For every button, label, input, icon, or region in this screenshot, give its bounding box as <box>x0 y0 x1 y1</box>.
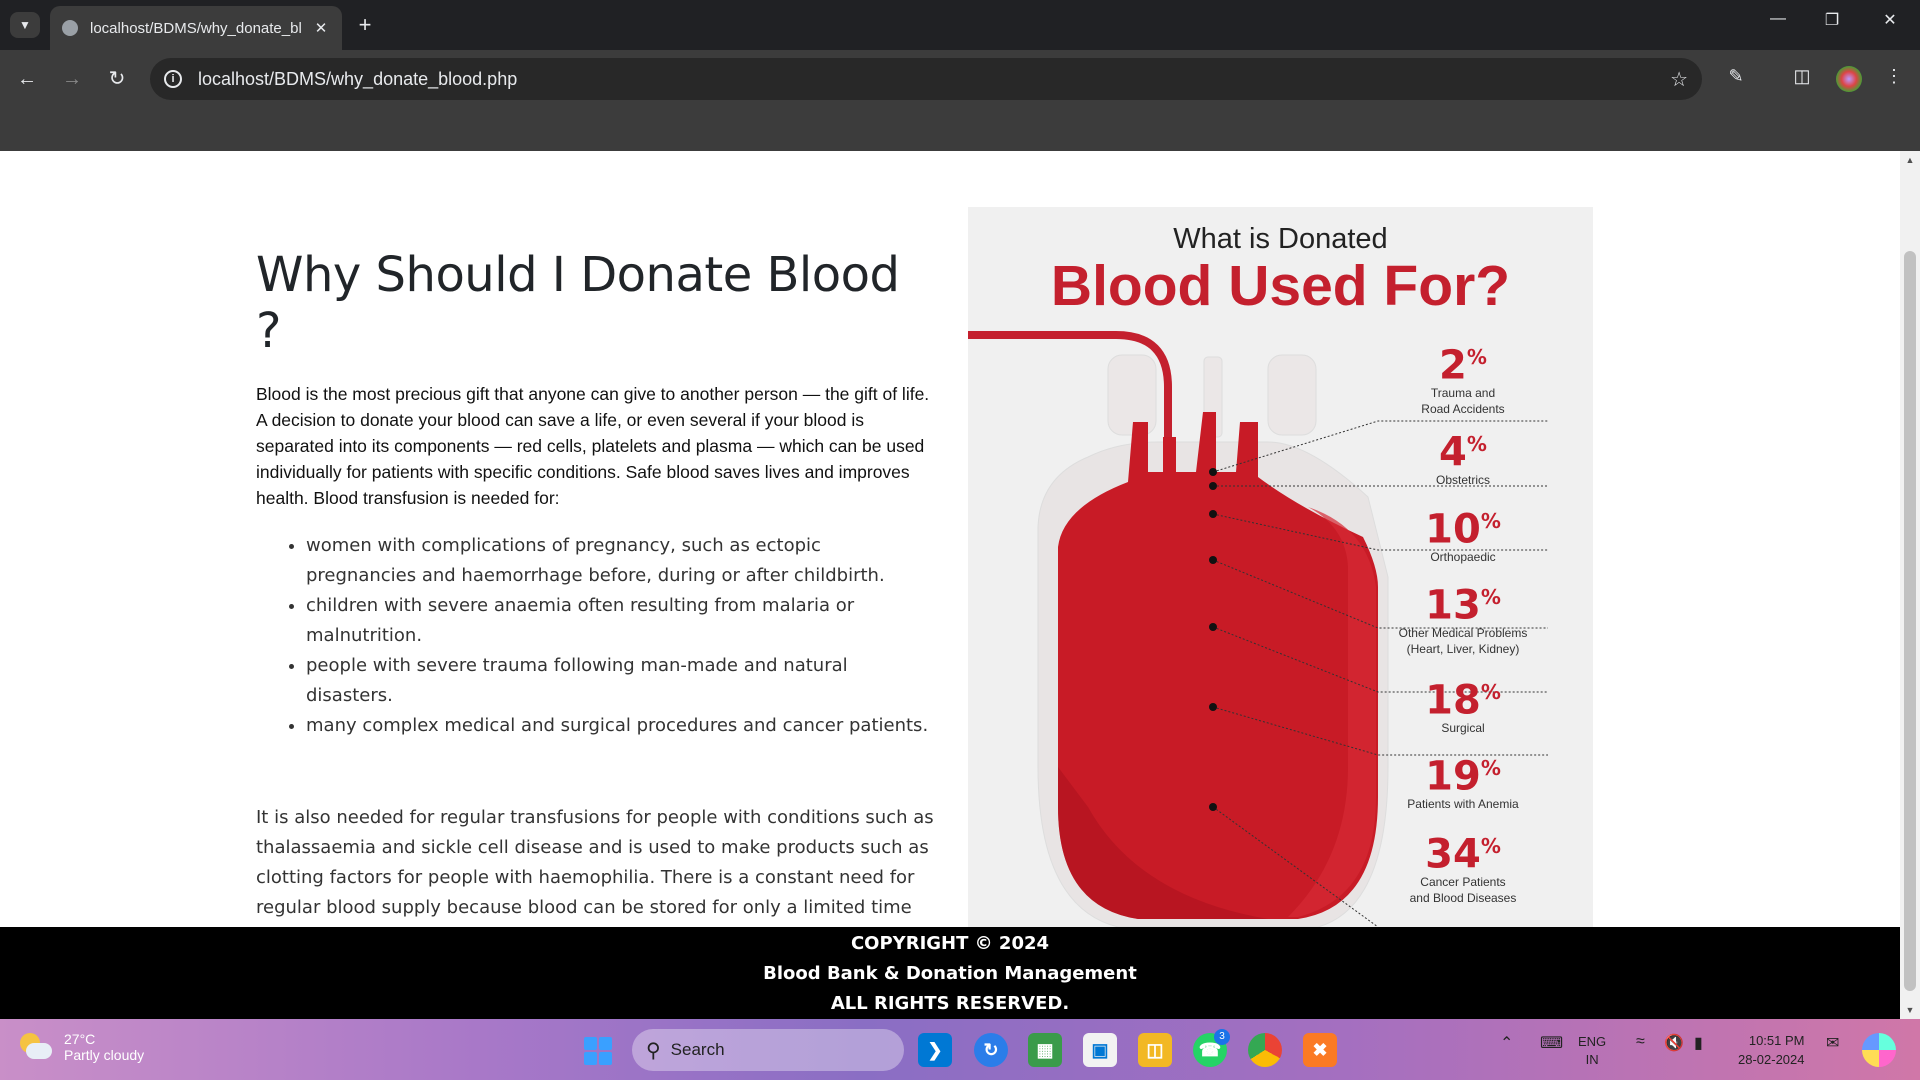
chrome-icon[interactable] <box>1248 1033 1282 1067</box>
usage-item: 18% Surgical <box>1378 672 1548 736</box>
usage-item: 10% Orthopaedic <box>1378 501 1548 565</box>
notification-bell-icon[interactable]: ✉ <box>1826 1033 1839 1053</box>
usage-label: Orthopaedic <box>1430 550 1496 565</box>
globe-icon <box>62 20 78 36</box>
list-item: people with severe trauma following man-… <box>306 651 936 711</box>
usage-percent: 18% <box>1425 677 1501 724</box>
footer-site-name: Blood Bank & Donation Management <box>763 963 1137 984</box>
usage-percent: 2% <box>1439 342 1487 389</box>
side-panel-icon[interactable]: ◫ <box>1788 66 1816 87</box>
lang-primary: ENG <box>1578 1034 1607 1049</box>
article: Why Should I Donate Blood ? Blood is the… <box>256 241 936 1013</box>
usage-label: Surgical <box>1441 721 1485 736</box>
blood-usage-infographic: What is Donated Blood Used For? 2% Traum… <box>968 207 1593 947</box>
store-icon[interactable]: ▣ <box>1083 1033 1117 1067</box>
usage-label: Patients with Anemia <box>1407 797 1519 812</box>
browser-toolbar: ← → ↻ i localhost/BDMS/why_donate_blood.… <box>0 50 1920 108</box>
bag-port <box>1267 354 1317 436</box>
close-icon[interactable]: ✕ <box>312 19 330 37</box>
usage-item: 4% Obstetrics <box>1378 424 1548 488</box>
menu-icon[interactable]: ⋮ <box>1880 66 1908 87</box>
scroll-up-icon[interactable]: ▲ <box>1900 155 1920 165</box>
usage-label: Road Accidents <box>1421 402 1505 417</box>
windows-taskbar: 27°C Partly cloudy ⚲ Search ❯ ↻ ▦ ▣ ◫ ☎ … <box>0 1019 1920 1080</box>
taskbar-search[interactable]: ⚲ Search <box>632 1029 904 1071</box>
browser-title-bar: ▼ localhost/BDMS/why_donate_bl ✕ + — ❐ ✕ <box>0 0 1920 50</box>
site-navbar <box>0 108 1920 151</box>
usage-percent: 34% <box>1425 831 1501 878</box>
language-indicator[interactable]: ENG IN <box>1578 1033 1606 1069</box>
weather-text: Partly cloudy <box>64 1047 145 1063</box>
reload-button[interactable]: ↻ <box>102 64 132 94</box>
usage-percent: 13% <box>1425 582 1501 629</box>
intro-paragraph: Blood is the most precious gift that any… <box>256 384 930 508</box>
battery-icon[interactable]: ▮ <box>1694 1033 1703 1053</box>
usage-label: Obstetrics <box>1435 473 1490 488</box>
weather-widget[interactable]: 27°C Partly cloudy <box>18 1031 144 1063</box>
partly-cloudy-icon <box>18 1033 52 1061</box>
usage-percent: 10% <box>1425 506 1501 553</box>
site-footer: COPYRIGHT © 2024 Blood Bank & Donation M… <box>0 927 1900 1019</box>
tab-search-button[interactable]: ▼ <box>10 12 40 38</box>
chevron-up-icon[interactable]: ⌃ <box>1500 1033 1513 1053</box>
bookmark-star-icon[interactable]: ☆ <box>1670 67 1688 92</box>
clock-date: 28-02-2024 <box>1738 1052 1805 1067</box>
close-window-button[interactable]: ✕ <box>1870 10 1910 30</box>
system-clock[interactable]: 10:51 PM 28-02-2024 <box>1738 1031 1805 1069</box>
clock-time: 10:51 PM <box>1748 1033 1805 1048</box>
minimize-button[interactable]: — <box>1758 10 1798 28</box>
list-item: women with complications of pregnancy, s… <box>306 531 936 591</box>
usage-label: Trauma and <box>1430 386 1496 401</box>
chevron-down-icon: ▼ <box>19 18 31 32</box>
wifi-icon[interactable]: ≈ <box>1636 1033 1645 1051</box>
usage-percent: 4% <box>1439 429 1487 476</box>
profile-avatar[interactable] <box>1836 66 1862 92</box>
new-tab-button[interactable]: + <box>352 12 378 38</box>
back-button[interactable]: ← <box>12 64 42 94</box>
xampp-icon[interactable]: ✖ <box>1303 1033 1337 1067</box>
notification-badge: 3 <box>1214 1029 1230 1045</box>
copilot-icon[interactable] <box>1862 1033 1896 1067</box>
browser-tab[interactable]: localhost/BDMS/why_donate_bl ✕ <box>50 6 342 50</box>
lang-region: IN <box>1585 1052 1599 1067</box>
usage-label: Cancer Patients <box>1420 875 1506 890</box>
weather-temp: 27°C <box>64 1031 96 1047</box>
page-viewport: Why Should I Donate Blood ? Blood is the… <box>0 151 1900 1019</box>
restore-button[interactable]: ❐ <box>1812 10 1852 30</box>
bag-port <box>1107 354 1157 436</box>
page-title: Why Should I Donate Blood ? <box>256 247 900 359</box>
usage-label: and Blood Diseases <box>1409 891 1517 906</box>
file-explorer-icon[interactable]: ◫ <box>1138 1033 1172 1067</box>
footer-rights: ALL RIGHTS RESERVED. <box>830 993 1070 1014</box>
keyboard-icon[interactable]: ⌨ <box>1540 1033 1563 1053</box>
search-label: Search <box>670 1040 725 1059</box>
list-item: many complex medical and surgical proced… <box>306 711 936 741</box>
usage-percent: 19% <box>1425 753 1501 800</box>
usage-item: 13% Other Medical Problems (Heart, Liver, … <box>1378 577 1548 657</box>
uses-list: women with complications of pregnancy, s… <box>256 531 936 741</box>
footer-copyright: COPYRIGHT © 2024 <box>850 933 1050 954</box>
usage-label: (Heart, Liver, Kidney) <box>1406 642 1520 657</box>
page-scrollbar[interactable]: ▲ ▼ <box>1900 151 1920 1019</box>
sync-app-icon[interactable]: ↻ <box>974 1033 1008 1067</box>
search-icon: ⚲ <box>646 1039 661 1062</box>
extensions-icon[interactable]: ✎ <box>1722 66 1750 87</box>
address-bar[interactable]: i localhost/BDMS/why_donate_blood.php ☆ <box>150 58 1702 100</box>
forward-button[interactable]: → <box>57 64 87 94</box>
scrollbar-thumb[interactable] <box>1904 251 1916 991</box>
volume-muted-icon[interactable]: 🔇 <box>1664 1033 1684 1053</box>
windows-start-icon[interactable] <box>584 1037 612 1065</box>
usage-label: Other Medical Problems <box>1398 626 1528 641</box>
url-text: localhost/BDMS/why_donate_blood.php <box>198 68 518 89</box>
usage-item: 19% Patients with Anemia <box>1378 748 1548 812</box>
info-icon[interactable]: i <box>164 70 182 88</box>
tab-title: localhost/BDMS/why_donate_bl <box>90 19 302 37</box>
usage-item: 34% Cancer Patients and Blood Diseases <box>1378 826 1548 906</box>
list-item: children with severe anaemia often resul… <box>306 591 936 651</box>
usage-item: 2% Trauma and Road Accidents <box>1378 337 1548 417</box>
vscode-icon[interactable]: ❯ <box>918 1033 952 1067</box>
scroll-down-icon[interactable]: ▼ <box>1900 1005 1920 1015</box>
widgets-icon[interactable]: ▦ <box>1028 1033 1062 1067</box>
